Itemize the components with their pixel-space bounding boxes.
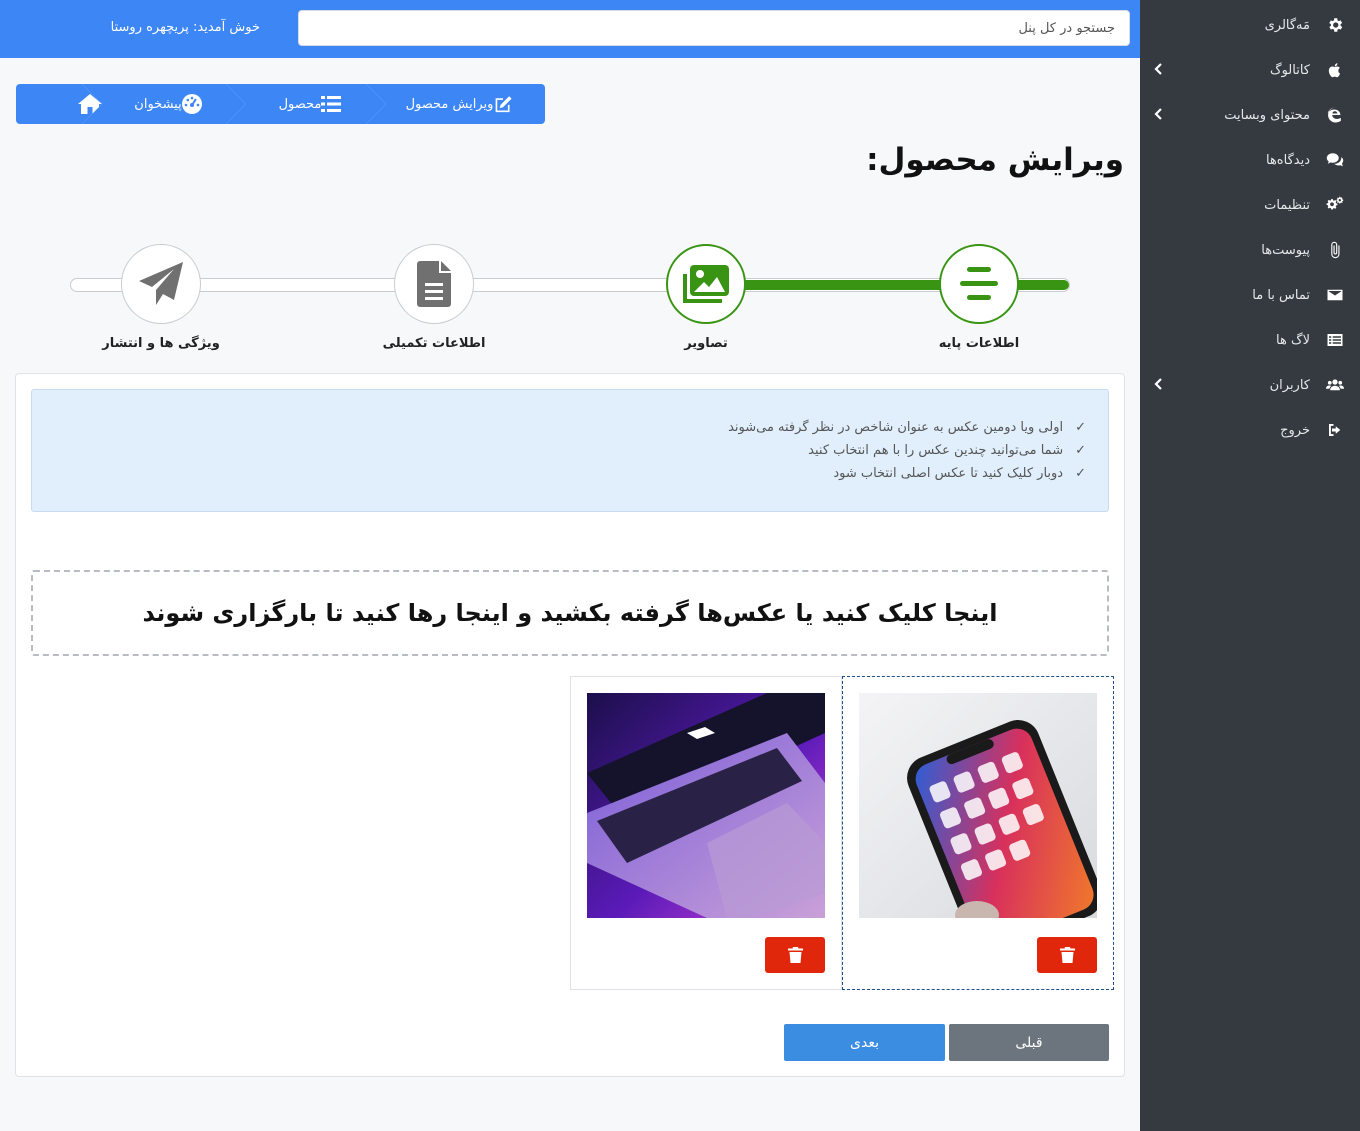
step-features-publish[interactable]: [121, 244, 201, 324]
sidebar: مَه‌گالری کاتالوگ محتوای وبسایت دیدگاه‌ه…: [1140, 0, 1360, 1131]
sidebar-item-label: دیدگاه‌ها: [1265, 152, 1310, 168]
step-additional-info[interactable]: [394, 244, 474, 324]
chevron-left-icon: [1152, 62, 1166, 76]
align-center-icon: [960, 267, 998, 300]
breadcrumb-label: پیشخوان: [134, 96, 182, 112]
edit-icon: [496, 96, 512, 113]
sidebar-item-logout[interactable]: خروج: [1140, 410, 1360, 450]
sidebar-item-label: مَه‌گالری: [1264, 17, 1310, 33]
breadcrumb-dashboard[interactable]: پیشخوان: [82, 84, 246, 124]
envelope-icon: [1324, 284, 1346, 306]
sidebar-item-label: پیوست‌ها: [1261, 242, 1310, 258]
trash-icon: [1059, 947, 1075, 963]
step-label: ویژگی ها و انتشار: [102, 336, 220, 351]
delete-image-button[interactable]: [765, 937, 825, 973]
comments-icon: [1324, 149, 1346, 171]
check-icon: ✓: [1075, 466, 1086, 481]
info-alert: ✓اولی ویا دومین عکس به عنوان شاخص در نظر…: [31, 389, 1109, 512]
sidebar-item-users[interactable]: کاربران: [1140, 365, 1360, 405]
paperclip-icon: [1324, 239, 1346, 261]
step-basic-info[interactable]: [939, 244, 1019, 324]
sidebar-item-attachments[interactable]: پیوست‌ها: [1140, 230, 1360, 270]
list-alt-icon: [1324, 329, 1346, 351]
breadcrumb-edit-product[interactable]: ویرایش محصول: [366, 84, 545, 124]
sidebar-item-gallery[interactable]: مَه‌گالری: [1140, 5, 1360, 45]
sign-out-icon: [1324, 419, 1346, 441]
top-header: خوش آمدید: پریچهره روستا: [0, 0, 1140, 58]
sidebar-item-label: تماس با ما: [1252, 287, 1310, 303]
step-images[interactable]: [666, 244, 746, 324]
dashboard-icon: [182, 94, 202, 114]
trash-icon: [787, 947, 803, 963]
next-button[interactable]: بعدی: [784, 1024, 945, 1061]
edge-icon: [1324, 104, 1346, 126]
tip-item: ✓اولی ویا دومین عکس به عنوان شاخص در نظر…: [728, 420, 1086, 435]
chevron-left-icon: [1152, 107, 1166, 121]
breadcrumb-product[interactable]: محصول: [226, 84, 386, 124]
images-icon: [683, 265, 729, 303]
sidebar-item-label: کاربران: [1269, 377, 1310, 393]
breadcrumb-label: محصول: [278, 96, 322, 112]
paper-plane-icon: [139, 262, 183, 305]
step-label: اطلاعات پایه: [938, 336, 1020, 351]
step-label: اطلاعات تکمیلی: [382, 336, 486, 351]
product-image-laptop[interactable]: [587, 693, 825, 918]
sidebar-item-comments[interactable]: دیدگاه‌ها: [1140, 140, 1360, 180]
sidebar-item-contact[interactable]: تماس با ما: [1140, 275, 1360, 315]
sidebar-item-website-content[interactable]: محتوای وبسایت: [1140, 95, 1360, 135]
previous-button[interactable]: قبلی: [949, 1024, 1109, 1061]
cogs-icon: [1324, 194, 1346, 216]
sidebar-item-label: کاتالوگ: [1269, 62, 1310, 78]
check-icon: ✓: [1075, 443, 1086, 458]
delete-image-button[interactable]: [1037, 937, 1097, 973]
sidebar-item-label: خروج: [1280, 422, 1310, 438]
users-icon: [1324, 374, 1346, 396]
image-card-selected[interactable]: [842, 676, 1114, 990]
upload-dropzone[interactable]: اینجا کلیک کنید یا عکس‌ها گرفته بکشید و …: [31, 570, 1109, 656]
tips-list: ✓اولی ویا دومین عکس به عنوان شاخص در نظر…: [728, 416, 1086, 485]
sidebar-item-catalog[interactable]: کاتالوگ: [1140, 50, 1360, 90]
step-label: تصاویر: [684, 336, 728, 351]
list-icon: [321, 96, 341, 112]
tip-item: ✓شما می‌توانید چندین عکس را با هم انتخاب…: [808, 443, 1086, 458]
gear-icon: [1324, 14, 1346, 36]
page-title: ویرایش محصول:: [866, 142, 1124, 178]
chevron-left-icon: [1152, 377, 1166, 391]
sidebar-item-label: محتوای وبسایت: [1224, 107, 1310, 123]
sidebar-item-label: لاگ ها: [1276, 332, 1310, 348]
sidebar-item-logs[interactable]: لاگ ها: [1140, 320, 1360, 360]
search-input[interactable]: [298, 10, 1130, 46]
check-icon: ✓: [1075, 420, 1086, 435]
tip-item: ✓دوبار کلیک کنید تا عکس اصلی انتخاب شود: [833, 466, 1086, 481]
breadcrumb-label: ویرایش محصول: [405, 96, 494, 112]
product-image-smartphone[interactable]: [859, 693, 1097, 918]
image-card[interactable]: [570, 676, 842, 990]
apple-icon: [1324, 59, 1346, 81]
sidebar-item-label: تنظیمات: [1264, 197, 1310, 213]
welcome-text: خوش آمدید: پریچهره روستا: [110, 20, 260, 35]
document-icon: [417, 261, 451, 307]
dropzone-text: اینجا کلیک کنید یا عکس‌ها گرفته بکشید و …: [142, 599, 998, 627]
sidebar-item-settings[interactable]: تنظیمات: [1140, 185, 1360, 225]
